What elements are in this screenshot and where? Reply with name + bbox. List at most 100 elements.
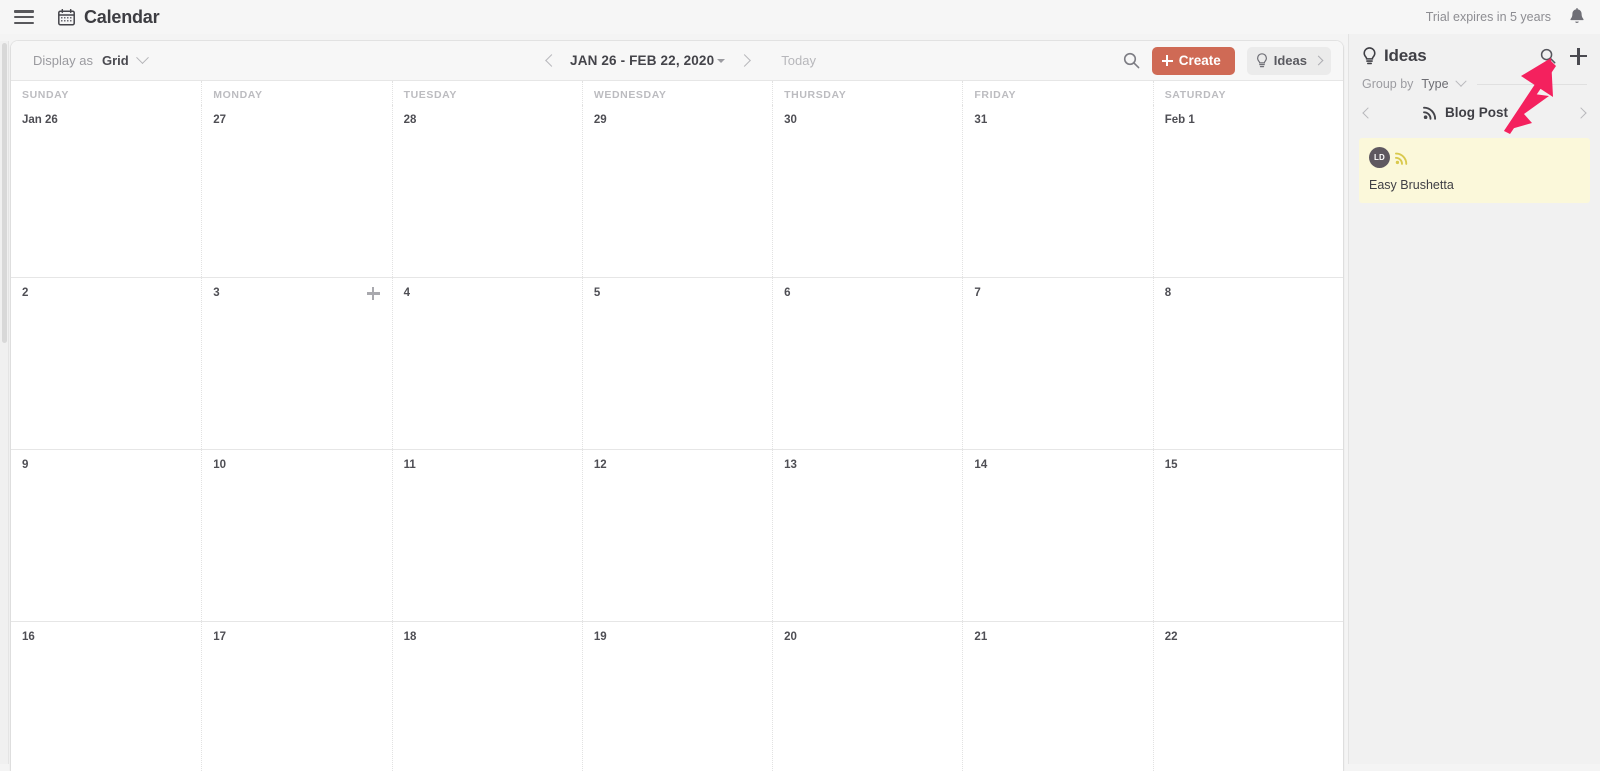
trial-status-text: Trial expires in 5 years [1425,10,1551,24]
ideas-card-list: LD Easy Brushetta [1349,120,1600,203]
weekday-header: SUNDAY [22,89,69,101]
create-button[interactable]: Create [1151,46,1235,75]
calendar-day-cell[interactable]: 16 [11,622,202,771]
calendar-day-cell[interactable]: 14 [962,450,1153,621]
day-number: 5 [593,287,601,299]
day-number: Feb 1 [1164,114,1195,126]
page-title: Calendar [84,6,160,27]
lightbulb-icon [1363,47,1376,65]
chevron-down-icon[interactable] [135,51,149,65]
avatar: LD [1369,147,1390,168]
ideas-sidebar-title: Ideas [1384,46,1427,65]
calendar-day-cell[interactable]: 29 [581,105,773,277]
day-number: 9 [22,459,29,471]
calendar-day-cell[interactable]: 19 [581,622,773,771]
group-by-value: Type [1421,77,1449,91]
idea-card[interactable]: LD Easy Brushetta [1359,138,1590,203]
chevron-right-icon [1575,106,1587,119]
search-icon[interactable] [1540,48,1556,64]
day-number: 21 [974,631,988,643]
previous-period-button[interactable] [538,48,564,74]
create-button-label: Create [1178,53,1221,68]
calendar-grid: Jan 26 27 28 29 30 31 Feb 1 2 3 4 5 6 7 8 9 10 11 12 13 14 1… [11,105,1343,771]
weekday-header-row: SUNDAY MONDAY TUESDAY WEDNESDAY THURSDAY FRID… [11,81,1343,105]
ideas-sidebar-actions [1540,47,1587,65]
group-by-control[interactable]: Group by Type [1349,66,1600,91]
day-number: 8 [1164,287,1172,299]
day-number: 4 [403,287,410,299]
calendar-day-cell[interactable]: 12 [581,450,773,621]
page-scrollbar-thumb[interactable] [2,43,7,343]
idea-card-meta: LD [1369,147,1580,168]
idea-card-title: Easy Brushetta [1369,178,1454,192]
weekday-header: WEDNESDAY [581,81,772,105]
calendar-day-cell[interactable]: 22 [1152,622,1343,771]
calendar-day-cell[interactable]: 31 [962,105,1153,277]
calendar-day-cell[interactable]: 28 [391,105,582,277]
calendar-day-cell[interactable]: 2 [11,278,202,449]
day-number: 2 [22,287,29,299]
calendar-toolbar: Display as Grid JAN 26 - FEB 22, 2020 To… [11,41,1343,81]
day-number: 19 [593,631,607,643]
calendar-day-cell[interactable]: 4 [391,278,582,449]
calendar-week-row: Jan 26 27 28 29 30 31 Feb 1 [11,105,1343,277]
date-navigation: JAN 26 - FEB 22, 2020 Today [538,48,816,74]
day-number: 29 [593,114,607,126]
add-idea-button[interactable] [1570,47,1587,65]
calendar-day-cell[interactable]: 8 [1152,278,1343,449]
bell-icon[interactable] [1569,8,1585,26]
calendar-day-cell[interactable]: 18 [391,622,582,771]
plus-icon [1161,55,1173,66]
previous-group-button[interactable] [1358,103,1378,123]
day-number: 15 [1164,459,1178,471]
calendar-day-cell[interactable]: 9 [11,450,202,621]
calendar-day-cell[interactable]: 7 [962,278,1153,449]
day-number: 31 [974,114,988,126]
display-as-label: Display as [33,53,93,68]
next-period-button[interactable] [731,48,757,74]
calendar-day-cell[interactable]: 13 [772,450,963,621]
ideas-toggle-button[interactable]: Ideas [1246,46,1331,75]
chevron-left-icon [1362,106,1374,119]
day-number: 28 [403,114,417,126]
calendar-week-row: 2 3 4 5 6 7 8 [11,277,1343,449]
calendar-day-cell[interactable]: 3 [201,278,392,449]
chevron-right-icon [737,54,751,67]
calendar-day-cell[interactable]: 6 [772,278,963,449]
chevron-left-icon [544,54,558,67]
calendar-day-cell[interactable]: 15 [1152,450,1343,621]
add-event-icon[interactable] [366,287,380,300]
calendar-day-cell[interactable]: 5 [581,278,773,449]
chevron-down-icon[interactable] [1454,75,1467,87]
next-group-button[interactable] [1571,103,1591,123]
ideas-sidebar: Ideas Group by Type Blog Post LD Easy Bru… [1348,34,1600,764]
calendar-day-cell[interactable]: 30 [772,105,963,277]
current-group-name[interactable]: Blog Post [1445,105,1508,120]
date-range-label: JAN 26 - FEB 22, 2020 [570,53,715,68]
calendar-day-cell[interactable]: 21 [962,622,1153,771]
display-as-control[interactable]: Display as Grid [33,51,149,68]
day-number: 11 [403,459,416,471]
calendar-day-cell[interactable]: 27 [201,105,392,277]
hamburger-menu-icon[interactable] [14,10,34,24]
top-bar-right: Trial expires in 5 years [1426,8,1600,26]
calendar-day-cell[interactable]: 20 [772,622,963,771]
weekday-header: THURSDAY [772,81,962,105]
calendar-day-cell[interactable]: 17 [201,622,392,771]
day-number: 27 [213,114,227,126]
calendar-day-cell[interactable]: 11 [391,450,582,621]
rss-icon [1423,106,1437,120]
calendar-day-cell[interactable]: 10 [201,450,392,621]
day-number: 7 [974,287,981,299]
weekday-header: SATURDAY [1152,81,1343,105]
top-bar: Calendar Trial expires in 5 years [0,0,1600,34]
calendar-day-cell[interactable]: Jan 26 [11,105,202,277]
day-number: 18 [403,631,417,643]
caret-down-icon [717,59,726,63]
date-range-selector[interactable]: JAN 26 - FEB 22, 2020 [570,53,726,68]
page-scrollbar[interactable] [0,41,9,764]
weekday-header: TUESDAY [391,81,582,105]
calendar-day-cell[interactable]: Feb 1 [1152,105,1343,277]
search-icon[interactable] [1123,52,1140,69]
today-button[interactable]: Today [781,53,816,68]
